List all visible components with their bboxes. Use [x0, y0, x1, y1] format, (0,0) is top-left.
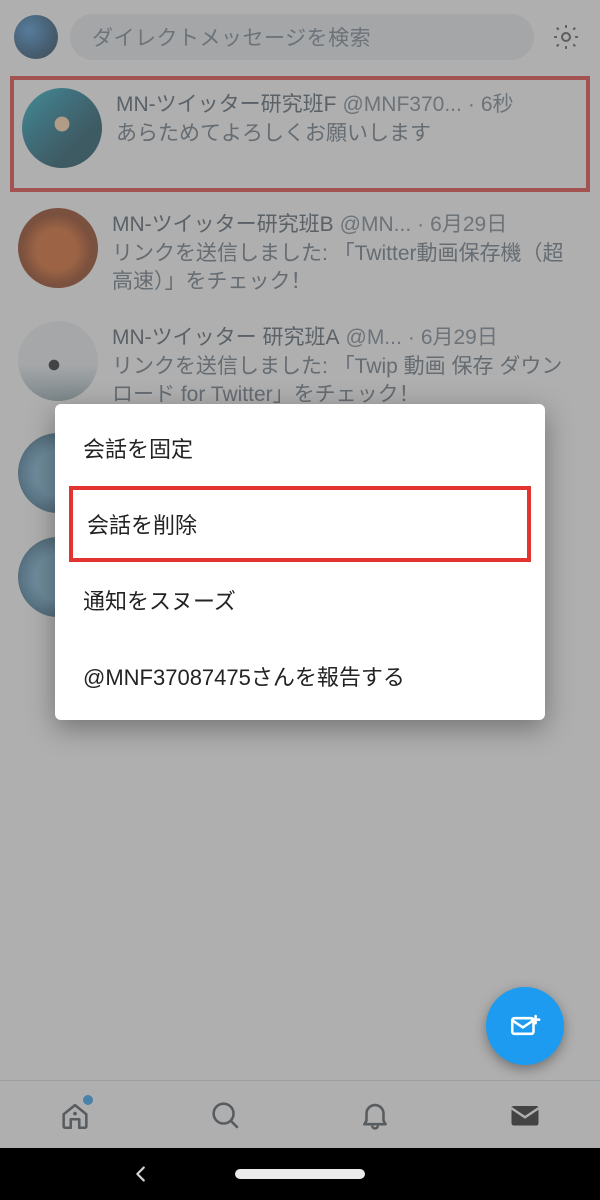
conversation-time: 6秒	[481, 88, 514, 118]
action-report-user[interactable]: @MNF37087475さんを報告する	[55, 638, 545, 714]
nav-home[interactable]	[53, 1093, 97, 1137]
conversation-avatar[interactable]	[22, 88, 102, 168]
conversation-body: MN-ツイッター研究班B @MN... · 6月29日 リンクを送信しました: …	[112, 208, 582, 297]
action-label: 通知をスヌーズ	[83, 589, 236, 614]
conversation-handle: @MNF370...	[342, 93, 461, 117]
separator-dot: ·	[468, 93, 475, 117]
conversation-avatar[interactable]	[18, 208, 98, 288]
action-label: 会話を固定	[83, 437, 193, 462]
compose-dm-button[interactable]	[486, 987, 564, 1065]
gear-icon	[551, 22, 581, 52]
conversation-name: MN-ツイッター研究班B	[112, 208, 334, 238]
conversation-preview: リンクを送信しました: 「Twip 動画 保存 ダウンロード for Twitt…	[112, 353, 582, 410]
action-delete-conversation[interactable]: 会話を削除	[69, 486, 531, 562]
conversation-name: MN-ツイッター 研究班A	[112, 321, 340, 351]
notification-dot	[83, 1095, 93, 1105]
separator-dot: ·	[417, 213, 424, 237]
conversation-handle: @M...	[346, 326, 402, 350]
nav-messages[interactable]	[503, 1093, 547, 1137]
conversation-preview: あらためてよろしくお願いします	[116, 120, 578, 148]
conversation-time: 6月29日	[421, 321, 498, 351]
search-icon	[208, 1098, 242, 1132]
action-pin-conversation[interactable]: 会話を固定	[55, 410, 545, 486]
conversation-time: 6月29日	[430, 208, 507, 238]
settings-button[interactable]	[546, 17, 586, 57]
bell-icon	[358, 1098, 392, 1132]
chevron-left-icon	[130, 1163, 152, 1185]
nav-search[interactable]	[203, 1093, 247, 1137]
header: ダイレクトメッセージを検索	[0, 0, 600, 70]
mail-icon	[507, 1097, 543, 1133]
action-snooze-notifications[interactable]: 通知をスヌーズ	[55, 562, 545, 638]
action-label: 会話を削除	[87, 513, 197, 538]
system-back-button[interactable]	[130, 1163, 152, 1185]
compose-mail-icon	[508, 1009, 542, 1043]
conversation-name: MN-ツイッター研究班F	[116, 88, 336, 118]
action-label: @MNF37087475さんを報告する	[83, 665, 405, 690]
conversation-handle: @MN...	[340, 213, 411, 237]
search-input[interactable]: ダイレクトメッセージを検索	[70, 14, 534, 60]
conversation-action-sheet: 会話を固定 会話を削除 通知をスヌーズ @MNF37087475さんを報告する	[55, 404, 545, 720]
conversation-row[interactable]: MN-ツイッター研究班B @MN... · 6月29日 リンクを送信しました: …	[0, 198, 600, 311]
conversation-row[interactable]: MN-ツイッター研究班F @MNF370... · 6秒 あらためてよろしくお願…	[10, 76, 590, 192]
conversation-preview: リンクを送信しました: 「Twitter動画保存機（超高速）」をチェック！	[112, 240, 582, 297]
conversation-avatar[interactable]	[18, 321, 98, 401]
account-avatar[interactable]	[14, 15, 58, 59]
separator-dot: ·	[408, 326, 415, 350]
conversation-body: MN-ツイッター研究班F @MNF370... · 6秒 あらためてよろしくお願…	[116, 88, 578, 148]
system-home-pill[interactable]	[235, 1169, 365, 1179]
bottom-nav	[0, 1080, 600, 1148]
nav-notifications[interactable]	[353, 1093, 397, 1137]
system-nav-bar	[0, 1148, 600, 1200]
conversation-body: MN-ツイッター 研究班A @M... · 6月29日 リンクを送信しました: …	[112, 321, 582, 410]
search-placeholder: ダイレクトメッセージを検索	[92, 22, 371, 52]
